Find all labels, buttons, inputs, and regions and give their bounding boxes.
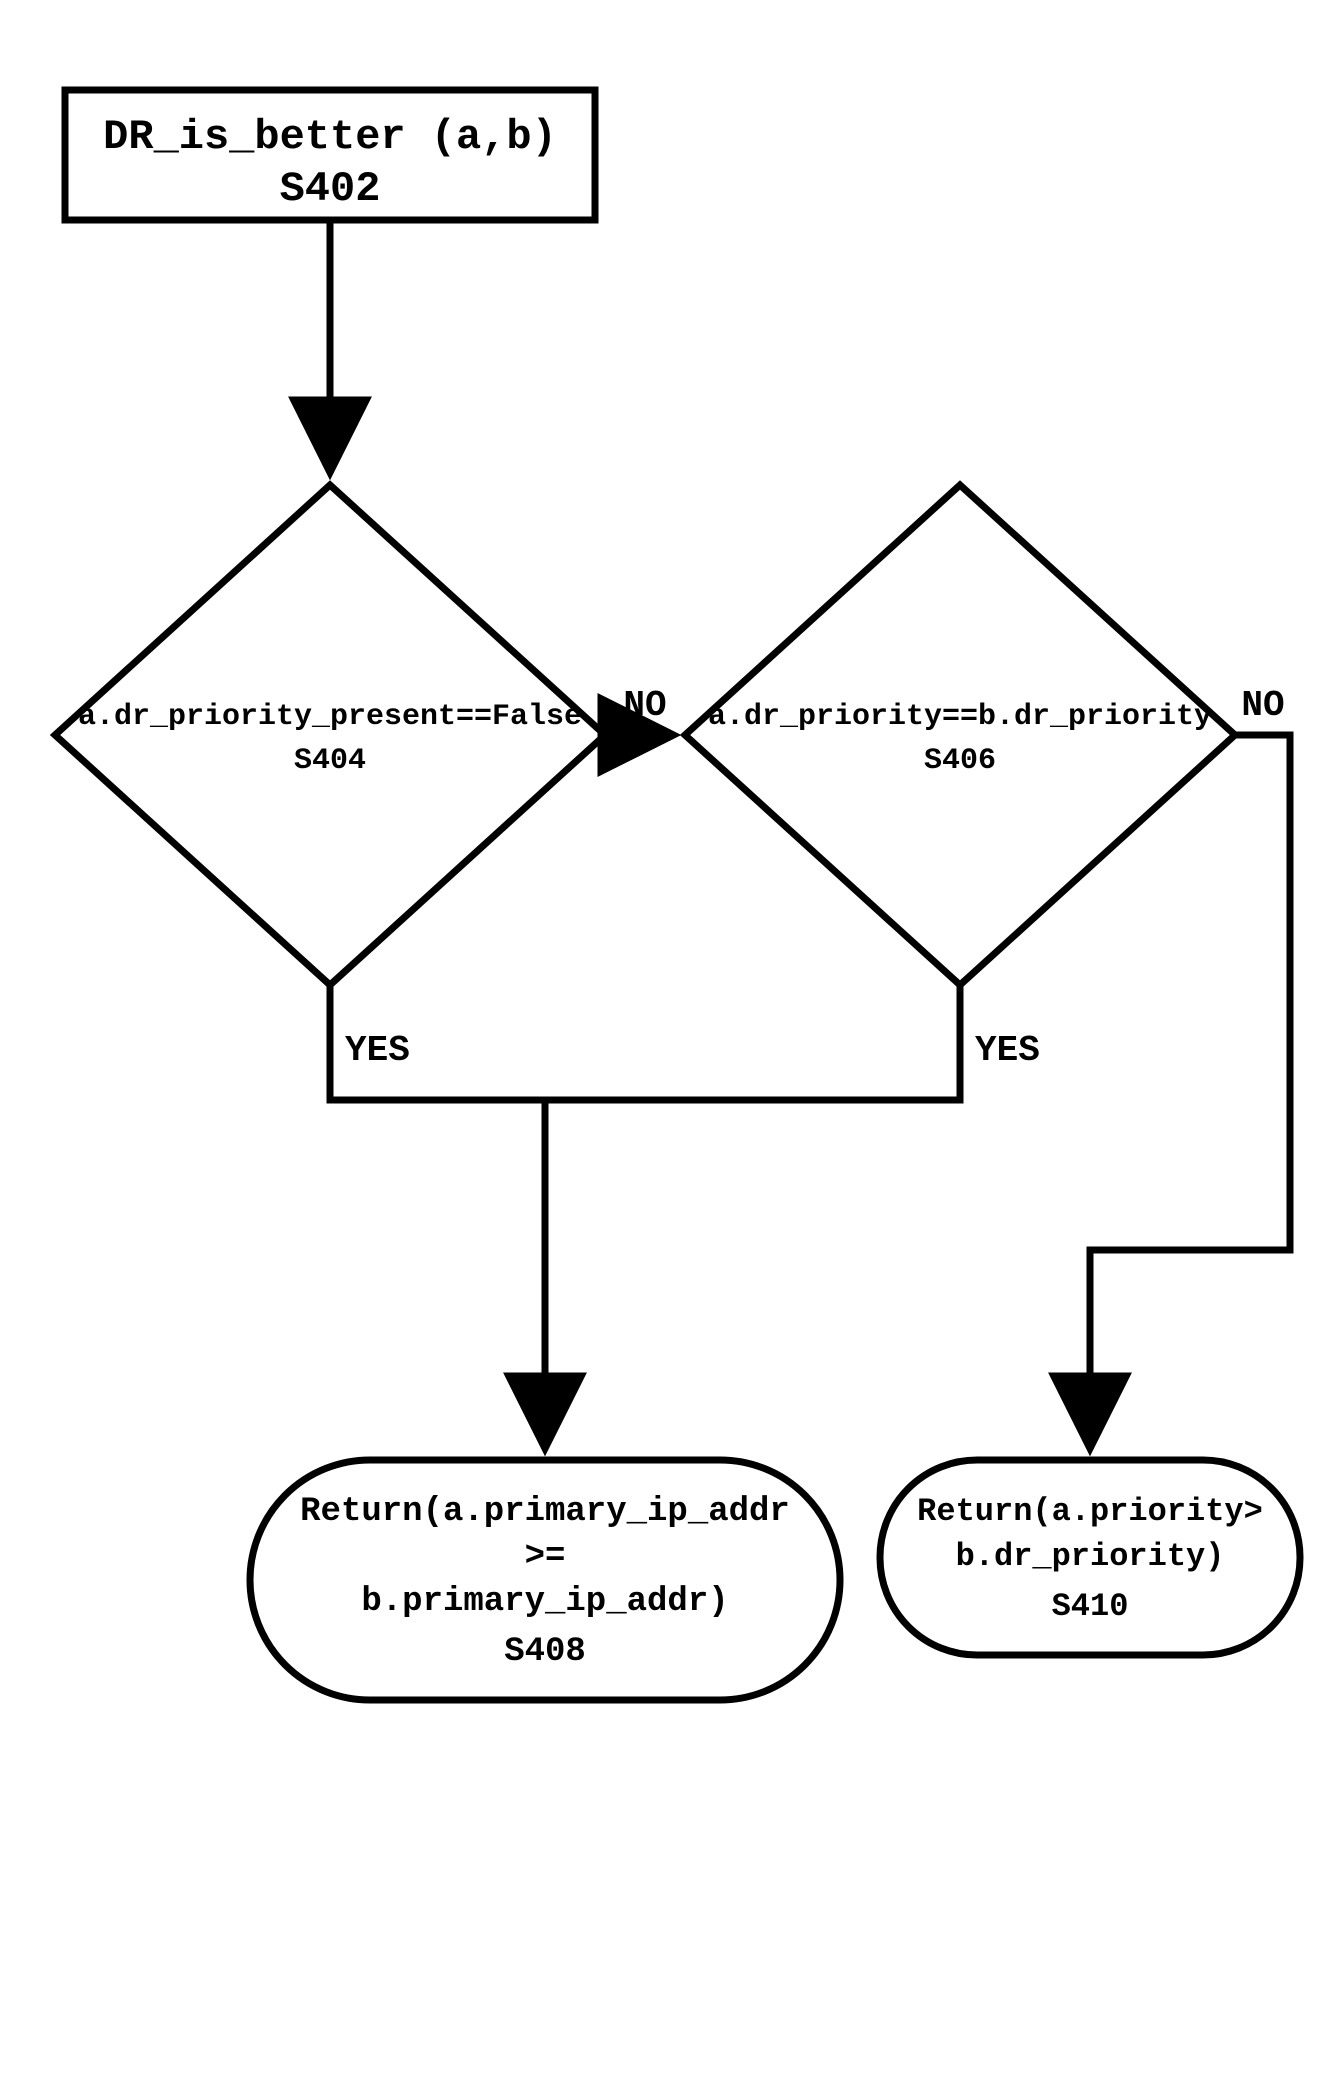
svg-text:S402: S402: [280, 165, 381, 213]
lbl-no-s404: NO: [623, 685, 666, 726]
svg-text:a.dr_priority_present==False: a.dr_priority_present==False: [78, 700, 582, 734]
svg-text:Return(a.priority>: Return(a.priority>: [917, 1493, 1263, 1530]
lbl-yes-s404: YES: [345, 1030, 410, 1071]
svg-text:S406: S406: [924, 744, 996, 778]
svg-text:S404: S404: [294, 744, 366, 778]
svg-text:a.dr_priority==b.dr_priority: a.dr_priority==b.dr_priority: [708, 700, 1212, 734]
lbl-no-s406: NO: [1241, 685, 1284, 726]
svg-text:b.dr_priority): b.dr_priority): [956, 1538, 1225, 1575]
svg-text:S408: S408: [504, 1633, 586, 1671]
svg-text:S410: S410: [1052, 1588, 1129, 1625]
svg-text:Return(a.primary_ip_addr: Return(a.primary_ip_addr: [300, 1493, 790, 1531]
svg-text:>=: >=: [525, 1538, 566, 1576]
lbl-yes-s406: YES: [975, 1030, 1040, 1071]
flowchart-diagram: DR_is_better (a,b) S402 a.dr_priority_pr…: [0, 0, 1333, 2080]
svg-text:DR_is_better (a,b): DR_is_better (a,b): [103, 113, 557, 161]
svg-text:b.primary_ip_addr): b.primary_ip_addr): [361, 1583, 728, 1621]
